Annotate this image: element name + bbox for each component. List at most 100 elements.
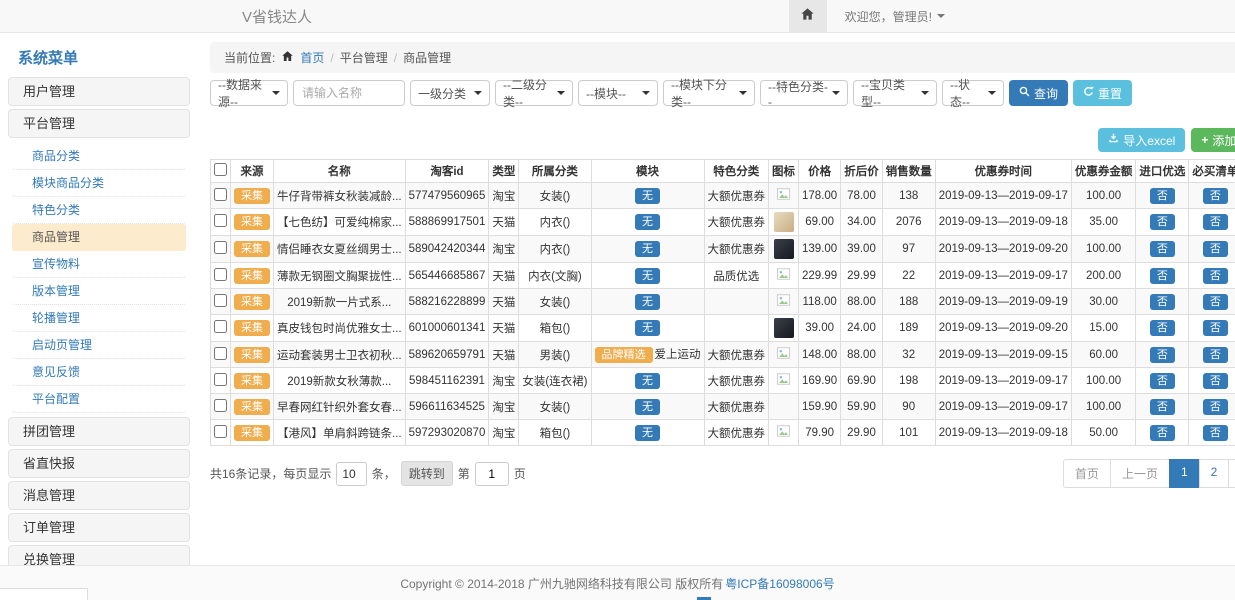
source-cell: 采集 [231,209,274,236]
sidebar-group-header[interactable]: 平台管理 [8,109,190,138]
discount-price-cell: 69.90 [841,368,883,394]
level2-category-select[interactable]: --二级分类-- [495,80,573,106]
import-toggle-badge[interactable]: 否 [1150,214,1175,230]
item-type-select[interactable]: --宝贝类型-- [853,80,937,106]
per-page-select[interactable]: 10 [336,462,366,486]
icp-link[interactable]: 粤ICP备16098006号 [725,575,834,592]
sidebar-item[interactable]: 平台配置 [12,386,186,413]
row-checkbox[interactable] [214,373,227,386]
must-buy-toggle-badge[interactable]: 否 [1203,268,1228,284]
row-checkbox[interactable] [214,294,227,307]
sidebar-group-header[interactable]: 用户管理 [8,77,190,106]
import-toggle-badge[interactable]: 否 [1150,188,1175,204]
name-search-input[interactable] [293,80,405,106]
name-cell: 薄款无钢圈文胸聚拢性... [274,263,406,289]
category-cell: 女装() [519,394,591,420]
feature-cell: 大额优惠券 [704,368,769,394]
feature-category-select[interactable]: --特色分类-- [760,80,848,106]
feature-cell [704,289,769,315]
source-badge: 采集 [234,241,270,257]
row-checkbox[interactable] [214,241,227,254]
user-menu[interactable]: 欢迎您，管理员! [845,8,945,25]
row-checkbox[interactable] [214,399,227,412]
import-toggle-badge[interactable]: 否 [1150,294,1175,310]
must-buy-toggle-badge[interactable]: 否 [1203,347,1228,363]
sidebar-item[interactable]: 模块商品分类 [12,170,186,197]
pager-button[interactable]: 首页 [1063,459,1111,488]
sidebar-group-header[interactable]: 省直快报 [8,449,190,478]
reset-button[interactable]: 重置 [1073,80,1132,106]
pager-button[interactable]: 1 [1169,459,1200,488]
home-button[interactable] [789,0,827,32]
source-badge: 采集 [234,320,270,336]
sidebar-item[interactable]: 意见反馈 [12,359,186,386]
import-toggle-badge[interactable]: 否 [1150,399,1175,415]
must-buy-toggle-badge[interactable]: 否 [1203,188,1228,204]
status-select[interactable]: --状态-- [942,80,1004,106]
module-cell: 无 [591,263,704,289]
module-badge: 无 [635,241,660,257]
jump-button[interactable]: 跳转到 [401,461,453,486]
sidebar-item[interactable]: 商品管理 [12,224,186,251]
sidebar-group-header[interactable]: 兑换管理 [8,545,190,565]
import-toggle-badge[interactable]: 否 [1150,425,1175,441]
sidebar-item[interactable]: 特色分类 [12,197,186,224]
sidebar-group-header[interactable]: 消息管理 [8,481,190,510]
data-source-select[interactable]: --数据来源-- [210,80,288,106]
module-cell: 无 [591,236,704,263]
page-number-input[interactable] [475,462,509,486]
column-header: 名称 [274,160,406,183]
import-toggle-badge[interactable]: 否 [1150,373,1175,389]
sidebar-item[interactable]: 启动页管理 [12,332,186,359]
taoke-id-cell: 588869917501 [405,209,489,236]
feature-cell: 大额优惠券 [704,394,769,420]
add-button[interactable]: + 添加 [1191,128,1235,152]
welcome-text: 欢迎您，管理员! [845,8,932,25]
pager-button[interactable]: 上一页 [1110,459,1170,488]
pager-button[interactable]: 下一页 [1228,459,1235,488]
breadcrumb: 当前位置: 首页 / 平台管理 / 商品管理 [210,42,1235,73]
sidebar-item[interactable]: 宣传物料 [12,251,186,278]
row-checkbox[interactable] [214,347,227,360]
pager-button[interactable]: 2 [1199,459,1230,488]
module-select[interactable]: --模块-- [578,80,658,106]
module-badge: 无 [635,320,660,336]
table-row: 采集牛仔背带裤女秋装减龄...577479560965淘宝女装()无大额优惠券1… [211,183,1235,209]
breadcrumb-home-link[interactable]: 首页 [300,49,324,66]
must-buy-toggle-badge[interactable]: 否 [1203,214,1228,230]
query-button[interactable]: 查询 [1009,80,1068,106]
module-sub-category-select[interactable]: --模块下分类-- [663,80,755,106]
sidebar-group-header[interactable]: 订单管理 [8,513,190,542]
level1-category-select[interactable]: 一级分类 [410,80,490,106]
must-buy-toggle-badge[interactable]: 否 [1203,241,1228,257]
row-checkbox[interactable] [214,320,227,333]
sidebar-group-header[interactable]: 拼团管理 [8,417,190,446]
sales-cell: 22 [882,263,935,289]
import-toggle-badge[interactable]: 否 [1150,241,1175,257]
row-checkbox[interactable] [214,425,227,438]
import-excel-button[interactable]: 导入excel [1098,128,1185,152]
row-checkbox[interactable] [214,188,227,201]
import-toggle-badge[interactable]: 否 [1150,268,1175,284]
must-buy-toggle-badge[interactable]: 否 [1203,425,1228,441]
import-toggle-badge[interactable]: 否 [1150,320,1175,336]
table-row: 采集【七色纺】可爱纯棉家...588869917501天猫内衣()无大额优惠券6… [211,209,1235,236]
must-buy-toggle-badge[interactable]: 否 [1203,373,1228,389]
row-checkbox[interactable] [214,268,227,281]
source-cell: 采集 [231,315,274,342]
sidebar-item[interactable]: 版本管理 [12,278,186,305]
import-toggle-badge[interactable]: 否 [1150,347,1175,363]
type-cell: 天猫 [489,315,519,342]
row-checkbox[interactable] [214,214,227,227]
import-select-cell: 否 [1136,209,1189,236]
coupon-time-cell: 2019-09-13—2019-09-20 [935,315,1071,342]
must-buy-toggle-badge[interactable]: 否 [1203,294,1228,310]
sidebar-item[interactable]: 商品分类 [12,143,186,170]
must-buy-toggle-badge[interactable]: 否 [1203,320,1228,336]
import-icon [1108,133,1119,147]
broken-image-icon [776,351,791,363]
must-buy-toggle-badge[interactable]: 否 [1203,399,1228,415]
select-all-checkbox[interactable] [214,163,227,176]
price-cell: 169.90 [799,368,841,394]
sidebar-item[interactable]: 轮播管理 [12,305,186,332]
